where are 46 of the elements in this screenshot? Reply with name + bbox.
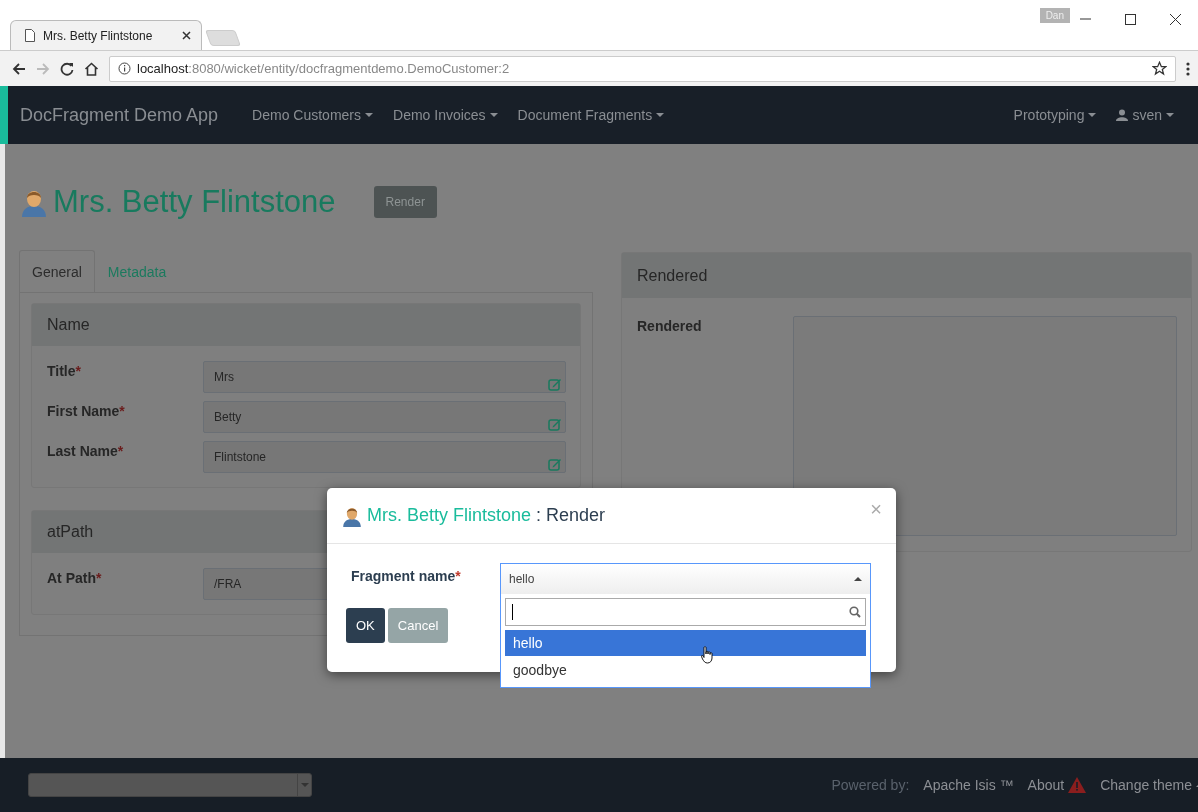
- field-label: Rendered: [637, 317, 703, 336]
- nav-menu[interactable]: Demo Invoices: [383, 107, 508, 123]
- section-heading: Name: [32, 304, 580, 346]
- maximize-icon[interactable]: [1125, 13, 1136, 25]
- fragment-select[interactable]: hello: [500, 563, 871, 594]
- warning-icon: [1068, 777, 1087, 793]
- info-icon: [118, 62, 131, 75]
- footer-link[interactable]: Change theme: [1100, 777, 1198, 793]
- field-label: Last Name*: [47, 442, 125, 459]
- input-field[interactable]: Betty: [203, 401, 566, 433]
- url-text: localhost:8080/wicket/entity/docfragmentdemo.DemoCustomer:2: [137, 61, 511, 76]
- app-brand[interactable]: DocFragment Demo App: [8, 104, 243, 126]
- page-icon: [25, 29, 35, 42]
- footer-link[interactable]: About: [1027, 777, 1087, 793]
- input-field[interactable]: Flintstone: [203, 441, 566, 473]
- field-label: At Path*: [47, 569, 103, 586]
- search-icon: [849, 605, 861, 618]
- text-area[interactable]: [793, 316, 1177, 536]
- close-icon[interactable]: [1170, 13, 1181, 25]
- page-title: Mrs. Betty Flintstone: [53, 184, 336, 220]
- field-label: Title*: [47, 362, 82, 379]
- powered-by-label: Powered by:: [831, 777, 910, 793]
- panel-heading: Rendered: [622, 253, 1191, 298]
- back-icon[interactable]: [12, 61, 26, 76]
- field-label: Fragment name*: [351, 567, 462, 584]
- address-bar[interactable]: localhost:8080/wicket/entity/docfragmentdemo.DemoCustomer:2: [109, 55, 1176, 82]
- footer-link[interactable]: Apache Isis ™: [923, 777, 1014, 793]
- close-icon[interactable]: [182, 31, 191, 40]
- user-icon: [1116, 109, 1129, 121]
- dropdown-option[interactable]: hello: [505, 629, 866, 657]
- user-menu[interactable]: sven: [1106, 107, 1184, 123]
- home-icon[interactable]: [84, 61, 99, 76]
- browser-tab[interactable]: Mrs. Betty Flintstone: [10, 20, 202, 50]
- ok-button[interactable]: OK: [346, 608, 385, 643]
- menu-icon[interactable]: [1186, 61, 1190, 76]
- input-field[interactable]: Mrs: [203, 361, 566, 393]
- search-field[interactable]: [505, 598, 866, 626]
- reload-icon[interactable]: [60, 61, 74, 76]
- field-label: First Name*: [47, 402, 126, 419]
- tab[interactable]: General: [19, 250, 95, 292]
- dropdown-option[interactable]: goodbye: [505, 656, 866, 683]
- star-icon[interactable]: [1152, 61, 1167, 76]
- nav-menu[interactable]: Document Fragments: [507, 107, 675, 123]
- nav-menu[interactable]: Prototyping: [1003, 107, 1107, 123]
- nav-menu[interactable]: Demo Customers: [242, 107, 383, 123]
- hand-cursor-icon: [701, 646, 715, 664]
